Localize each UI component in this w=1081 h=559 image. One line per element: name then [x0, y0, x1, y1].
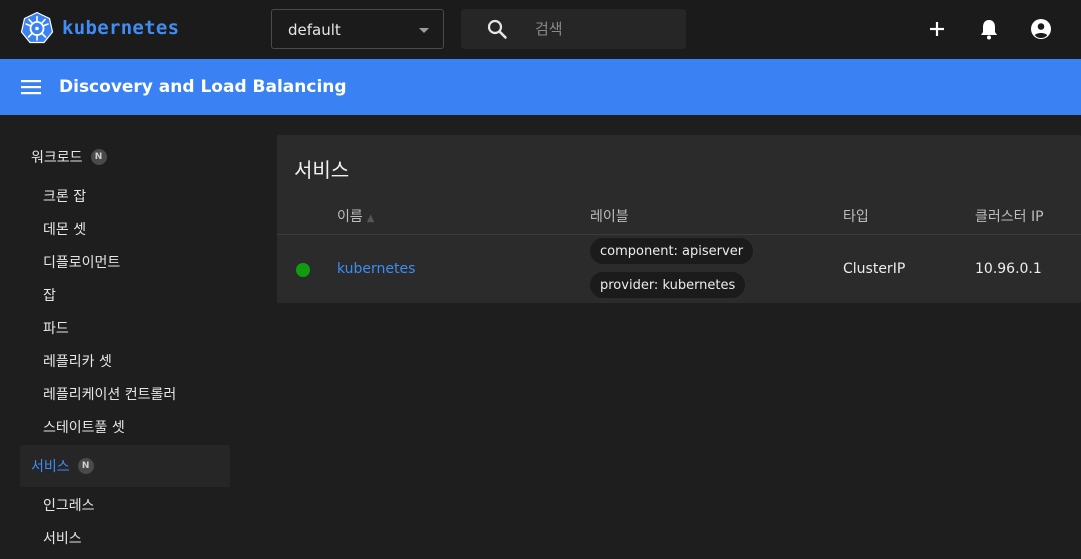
notifications-button[interactable]	[975, 15, 1003, 43]
cluster-ip: 10.96.0.1	[975, 261, 1042, 277]
services-card: 서비스 이름 ▲ 레이블 타입 클러스터 IP kubernetes compon…	[277, 135, 1081, 303]
sidebar-group-services[interactable]: 서비스 N	[20, 445, 230, 487]
sidebar-item-ingresses[interactable]: 인그레스	[43, 495, 95, 515]
card-title: 서비스	[294, 158, 350, 182]
sidebar-item-pods[interactable]: 파드	[43, 318, 69, 338]
sidebar-item-cronjobs[interactable]: 크론 잡	[43, 186, 86, 206]
dropdown-caret-icon	[419, 28, 429, 33]
account-button[interactable]	[1027, 15, 1055, 43]
column-header-name[interactable]: 이름 ▲	[337, 206, 374, 226]
sidebar-item-deployments[interactable]: 디플로이먼트	[43, 252, 120, 272]
table-divider	[277, 234, 1081, 235]
bell-icon	[981, 20, 997, 40]
page-header: Discovery and Load Balancing	[0, 59, 1081, 115]
column-header-type: 타입	[843, 209, 869, 225]
sidebar-group-label: 서비스	[31, 459, 70, 475]
namespaced-badge: N	[77, 458, 94, 474]
search-icon	[486, 18, 508, 44]
status-ok-icon	[296, 263, 310, 277]
service-name-link[interactable]: kubernetes	[337, 261, 415, 277]
sidebar-group-label: 워크로드	[31, 150, 83, 166]
sidebar-item-daemonsets[interactable]: 데몬 셋	[43, 219, 86, 239]
sort-arrow-icon: ▲	[366, 213, 375, 224]
plus-icon	[930, 22, 944, 36]
kubernetes-logo[interactable]: kubernetes	[20, 11, 179, 45]
namespace-select[interactable]: default	[271, 9, 444, 49]
sidebar-item-services[interactable]: 서비스	[43, 528, 82, 548]
namespaced-badge: N	[90, 149, 107, 165]
namespace-value: default	[288, 21, 341, 39]
label-chip: provider: kubernetes	[590, 272, 746, 298]
account-circle-icon	[1031, 19, 1051, 39]
column-header-cluster-ip: 클러스터 IP	[975, 209, 1044, 225]
service-type: ClusterIP	[843, 261, 906, 277]
top-bar: kubernetes default	[0, 0, 1081, 59]
menu-button[interactable]	[18, 75, 44, 99]
column-header-labels: 레이블	[590, 209, 629, 225]
brand-name: kubernetes	[62, 17, 180, 39]
column-header-label: 이름	[337, 209, 363, 225]
create-button[interactable]	[923, 15, 951, 43]
search-box[interactable]	[461, 9, 686, 49]
sidebar-item-replicationcontrollers[interactable]: 레플리케이션 컨트롤러	[43, 384, 176, 404]
sidebar-item-statefulsets[interactable]: 스테이트풀 셋	[43, 417, 125, 437]
label-chip: component: apiserver	[590, 238, 754, 264]
hamburger-menu-icon	[21, 80, 41, 95]
page-title: Discovery and Load Balancing	[59, 77, 347, 97]
sidebar-group-workloads[interactable]: 워크로드 N	[20, 136, 230, 178]
sidebar: 워크로드 N 크론 잡 데몬 셋 디플로이먼트 잡 파드 레플리카 셋 레플리케…	[0, 115, 240, 559]
search-input[interactable]	[535, 18, 675, 40]
kubernetes-helm-icon	[20, 11, 54, 44]
sidebar-item-replicasets[interactable]: 레플리카 셋	[43, 351, 112, 371]
sidebar-item-jobs[interactable]: 잡	[43, 285, 56, 305]
